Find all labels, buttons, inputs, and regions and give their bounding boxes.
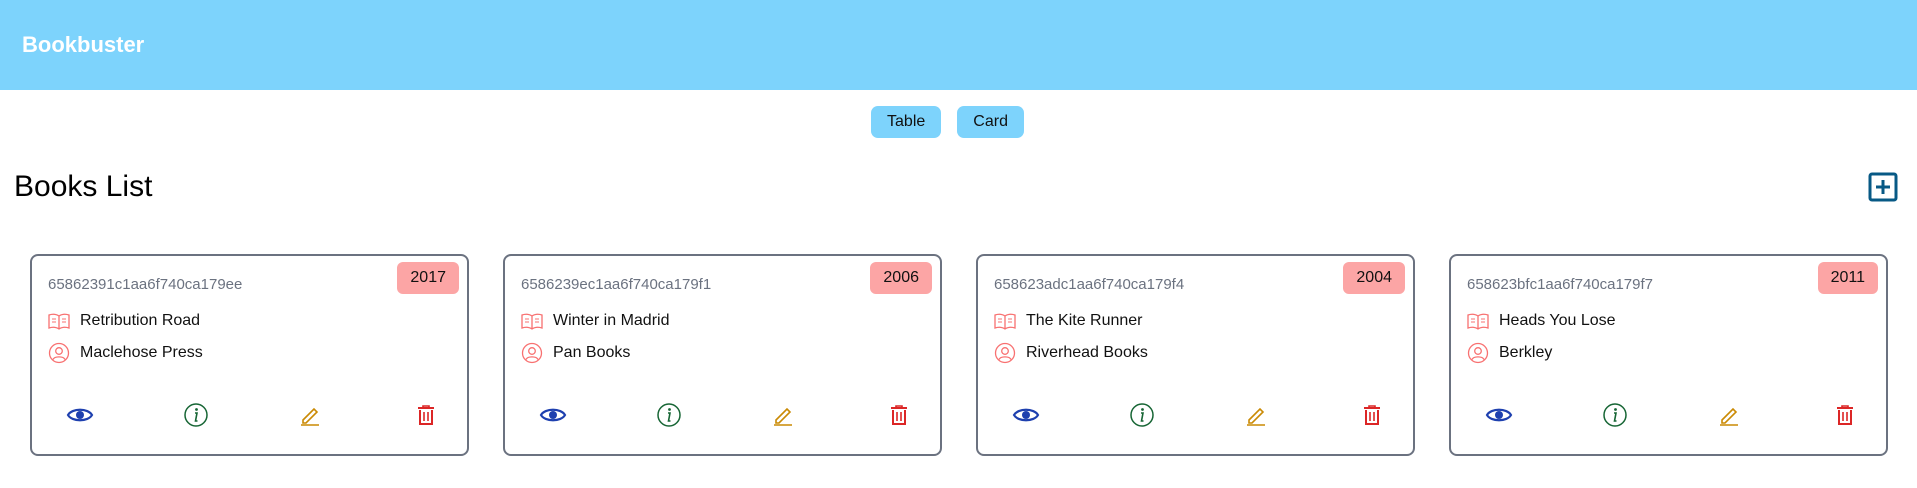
info-button[interactable] <box>655 402 683 428</box>
table-view-button[interactable]: Table <box>871 106 942 138</box>
page-title: Books List <box>14 170 153 203</box>
card-view-button[interactable]: Card <box>957 106 1024 138</box>
user-circle-icon <box>1467 342 1489 364</box>
book-open-icon <box>1467 310 1489 332</box>
user-circle-icon <box>48 342 70 364</box>
eye-icon <box>539 408 567 422</box>
eye-icon <box>66 408 94 422</box>
view-button[interactable] <box>1485 402 1513 428</box>
info-circle-icon <box>1130 403 1154 427</box>
view-button[interactable] <box>539 402 567 428</box>
pencil-icon <box>1720 407 1738 426</box>
trash-icon <box>418 405 434 425</box>
info-button[interactable] <box>1128 402 1156 428</box>
view-button[interactable] <box>1012 402 1040 428</box>
book-title: Heads You Lose <box>1499 312 1616 329</box>
book-title-row: Heads You Lose <box>1467 310 1616 332</box>
card-actions <box>978 402 1413 428</box>
edit-button[interactable] <box>296 402 324 428</box>
book-title-row: Retribution Road <box>48 310 200 332</box>
book-publisher: Berkley <box>1499 344 1553 361</box>
book-id: 6586239ec1aa6f740ca179f1 <box>521 276 712 293</box>
book-id: 65862391c1aa6f740ca179ee <box>48 276 243 293</box>
add-book-button[interactable] <box>1868 172 1898 202</box>
book-title-row: Winter in Madrid <box>521 310 669 332</box>
book-publisher: Maclehose Press <box>80 344 203 361</box>
book-publisher-row: Riverhead Books <box>994 342 1148 364</box>
card-actions <box>32 402 467 428</box>
book-publisher: Riverhead Books <box>1026 344 1148 361</box>
delete-button[interactable] <box>1358 402 1386 428</box>
book-card: 2004 658623adc1aa6f740ca179f4 The Kite R… <box>976 254 1415 456</box>
book-publisher-row: Maclehose Press <box>48 342 203 364</box>
book-publisher: Pan Books <box>553 344 631 361</box>
user-circle-icon <box>994 342 1016 364</box>
info-circle-icon <box>1603 403 1627 427</box>
card-actions <box>1451 402 1886 428</box>
year-badge: 2011 <box>1817 262 1878 294</box>
card-actions <box>505 402 940 428</box>
edit-button[interactable] <box>1715 402 1743 428</box>
view-toggle: Table Card <box>0 106 1917 138</box>
trash-icon <box>891 405 907 425</box>
year-badge: 2017 <box>397 262 459 294</box>
book-title: Retribution Road <box>80 312 201 329</box>
trash-icon <box>1364 405 1380 425</box>
book-id: 658623bfc1aa6f740ca179f7 <box>1467 276 1654 293</box>
delete-button[interactable] <box>412 402 440 428</box>
book-title: The Kite Runner <box>1026 312 1143 329</box>
book-card: 2006 6586239ec1aa6f740ca179f1 Winter in … <box>503 254 942 456</box>
eye-icon <box>1012 408 1040 422</box>
delete-button[interactable] <box>885 402 913 428</box>
info-circle-icon <box>657 403 681 427</box>
year-badge: 2006 <box>870 262 932 294</box>
book-title-row: The Kite Runner <box>994 310 1143 332</box>
book-card: 2011 658623bfc1aa6f740ca179f7 Heads You … <box>1449 254 1888 456</box>
book-publisher-row: Berkley <box>1467 342 1552 364</box>
book-publisher-row: Pan Books <box>521 342 630 364</box>
delete-button[interactable] <box>1831 402 1859 428</box>
info-button[interactable] <box>1601 402 1629 428</box>
book-card: 2017 65862391c1aa6f740ca179ee Retributio… <box>30 254 469 456</box>
pencil-icon <box>774 407 792 426</box>
edit-button[interactable] <box>1242 402 1270 428</box>
info-button[interactable] <box>182 402 210 428</box>
book-cards: 2017 65862391c1aa6f740ca179ee Retributio… <box>30 254 1890 456</box>
book-id: 658623adc1aa6f740ca179f4 <box>994 276 1185 293</box>
navbar: Bookbuster <box>0 0 1917 90</box>
plus-square-icon <box>1868 172 1898 202</box>
book-open-icon <box>521 310 543 332</box>
info-circle-icon <box>184 403 208 427</box>
pencil-icon <box>301 407 319 426</box>
brand-title[interactable]: Bookbuster <box>22 32 144 58</box>
book-open-icon <box>48 310 70 332</box>
view-button[interactable] <box>66 402 94 428</box>
edit-button[interactable] <box>769 402 797 428</box>
year-badge: 2004 <box>1343 262 1405 294</box>
pencil-icon <box>1247 407 1265 426</box>
book-title: Winter in Madrid <box>553 312 670 329</box>
trash-icon <box>1837 405 1853 425</box>
book-open-icon <box>994 310 1016 332</box>
eye-icon <box>1485 408 1513 422</box>
user-circle-icon <box>521 342 543 364</box>
